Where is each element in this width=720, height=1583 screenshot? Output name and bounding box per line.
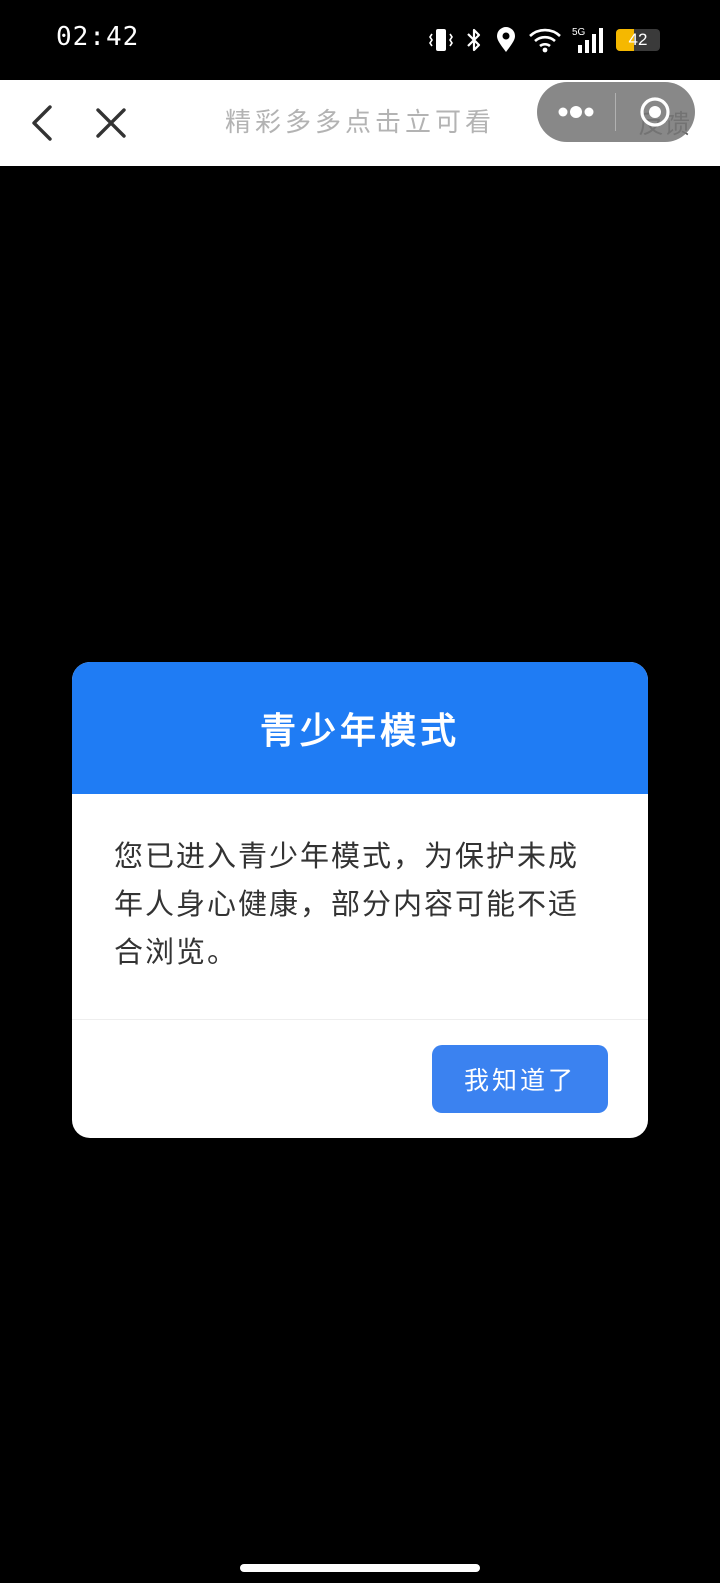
status-icons: 5G 42 <box>428 24 660 56</box>
battery-icon: 42 <box>616 25 660 55</box>
home-indicator[interactable] <box>240 1564 480 1572</box>
bluetooth-icon <box>464 25 484 55</box>
dialog-footer: 我知道了 <box>72 1020 648 1137</box>
cellular-5g-icon: 5G <box>572 25 606 55</box>
page-title: 精彩多多点击立可看 <box>224 108 495 138</box>
battery-level: 42 <box>628 30 648 49</box>
wifi-icon <box>528 25 562 55</box>
status-bar: 02:42 5G 42 <box>0 0 720 80</box>
battery-body: 42 <box>616 29 660 51</box>
dialog-body: 您已进入青少年模式，为保护未成年人身心健康，部分内容可能不适合浏览。 <box>72 794 648 1020</box>
dialog-header: 青少年模式 <box>72 662 648 794</box>
chevron-left-icon <box>32 105 52 141</box>
more-button[interactable] <box>537 82 615 142</box>
dialog-message: 您已进入青少年模式，为保护未成年人身心健康，部分内容可能不适合浏览。 <box>114 839 580 969</box>
more-dots-icon <box>558 106 594 118</box>
dialog-title: 青少年模式 <box>259 710 460 752</box>
status-time: 02:42 <box>56 22 140 52</box>
close-icon <box>96 108 126 138</box>
location-icon <box>494 25 518 55</box>
target-circle-icon <box>640 97 670 127</box>
close-button[interactable] <box>88 100 134 146</box>
confirm-button[interactable]: 我知道了 <box>432 1045 608 1113</box>
menu-capsule <box>537 82 695 142</box>
back-button[interactable] <box>20 100 66 146</box>
teen-mode-dialog: 青少年模式 您已进入青少年模式，为保护未成年人身心健康，部分内容可能不适合浏览。… <box>72 662 648 1138</box>
vibrate-icon <box>428 25 454 55</box>
network-label: 5G <box>572 27 586 38</box>
screen: 02:42 5G 42 精彩多多点击立可看 青少年模式 您已进入青少年模式，为保… <box>0 0 720 1583</box>
exit-button[interactable] <box>616 82 694 142</box>
